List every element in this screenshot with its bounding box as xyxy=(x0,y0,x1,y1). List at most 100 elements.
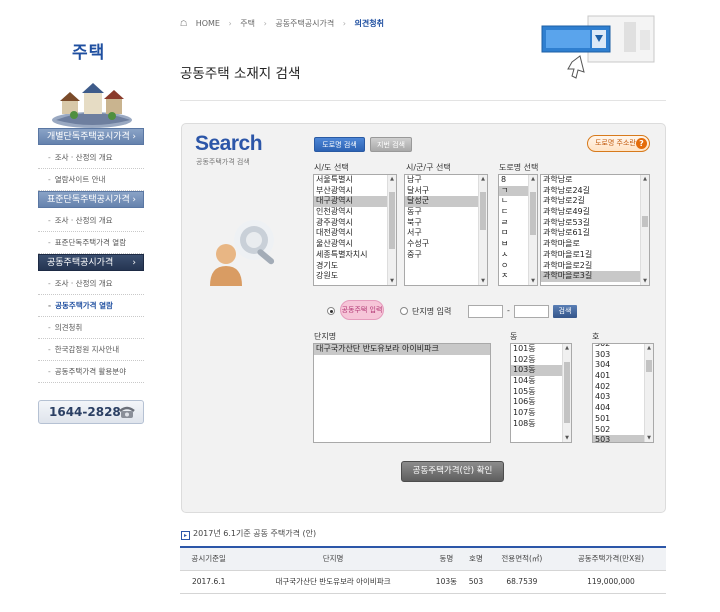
menu-header-3[interactable]: 표준단독주택공시가격 › xyxy=(38,191,144,208)
list-option[interactable]: 달서구 xyxy=(405,186,487,197)
dong-select[interactable]: 101동 102동 103동 104동 105동 106동 107동 108동 ▲ ▼ xyxy=(510,343,572,443)
menu-item-5[interactable]: - 표준단독주택가격 열람 xyxy=(38,232,144,254)
arrow-right-icon: ▸ xyxy=(181,531,190,540)
scroll-down-icon[interactable]: ▼ xyxy=(479,277,487,285)
number-to-input[interactable] xyxy=(514,305,549,318)
list-option[interactable]: 과학마을로1길 xyxy=(541,250,649,261)
scrollbar[interactable]: ▲ ▼ xyxy=(644,344,653,442)
table-row: 2017.6.1 대구국가산단 반도유보라 아이비파크 103동 503 68.7539… xyxy=(180,570,666,594)
sidebar: 주택 개별단독주택공시가격 › - 조사 · 산정의 개요 - 열람사이트 안내 표준단독주… xyxy=(38,20,144,440)
list-option[interactable]: 울산광역시 xyxy=(314,239,396,250)
menu-item-7[interactable]: - 조사 · 산정의 개요 xyxy=(38,273,144,295)
list-option[interactable]: 과학마을로3길 xyxy=(541,271,649,282)
list-option[interactable]: 강원도 xyxy=(314,271,396,282)
list-option[interactable]: 대구국가산단 반도유보라 아이비파크 xyxy=(314,344,490,355)
breadcrumb-home[interactable]: HOME xyxy=(196,19,220,28)
bullet-icon: - xyxy=(48,367,51,376)
list-option[interactable]: 세종특별자치시 xyxy=(314,250,396,261)
list-option[interactable]: 과학남로53길 xyxy=(541,218,649,229)
number-from-input[interactable] xyxy=(468,305,503,318)
radio-danji-input[interactable] xyxy=(400,307,408,315)
list-option[interactable]: 광주광역시 xyxy=(314,218,396,229)
list-option[interactable]: 북구 xyxy=(405,218,487,229)
scroll-thumb[interactable] xyxy=(564,361,570,424)
menu-item-11[interactable]: - 공동주택가격 활용분야 xyxy=(38,361,144,383)
radio-apartment-label[interactable]: 공동주택 입력 xyxy=(340,300,384,320)
scroll-thumb[interactable] xyxy=(389,192,395,249)
list-option[interactable]: 과학마을로2길 xyxy=(541,261,649,272)
scroll-down-icon[interactable]: ▼ xyxy=(645,434,653,442)
scroll-up-icon[interactable]: ▲ xyxy=(388,175,396,183)
scroll-thumb[interactable] xyxy=(480,192,486,230)
scrollbar[interactable]: ▲ ▼ xyxy=(478,175,487,285)
menu-item-4[interactable]: - 조사 · 산정의 개요 xyxy=(38,210,144,232)
list-option[interactable]: 경기도 xyxy=(314,261,396,272)
scrollbar[interactable]: ▲ ▼ xyxy=(562,344,571,442)
scroll-down-icon[interactable]: ▼ xyxy=(563,434,571,442)
tab-lot-search[interactable]: 지번 검색 xyxy=(370,137,412,152)
list-option[interactable]: 달성군 xyxy=(405,196,487,208)
list-option[interactable]: 과학남로2길 xyxy=(541,196,649,207)
menu-header-6[interactable]: 공동주택공시가격 › xyxy=(38,254,144,271)
scroll-thumb[interactable] xyxy=(530,192,536,235)
menu-item-label: 공동주택가격 열람 xyxy=(55,301,113,310)
road-name-select[interactable]: 과학남로 과학남로24길 과학남로2길 과학남로49길 과학남로53길 과학남로61길 과학… xyxy=(540,174,650,286)
menu-item-8[interactable]: - 공동주택가격 열람 xyxy=(38,295,144,317)
list-option[interactable]: 수성구 xyxy=(405,239,487,250)
home-icon[interactable]: ☖ xyxy=(180,19,187,28)
road-initial-select[interactable]: 8 ㄱㄴㄷㄹㅁㅂㅅㅇㅈ ▲ ▼ xyxy=(498,174,538,286)
menu-item-2[interactable]: - 열람사이트 안내 xyxy=(38,169,144,191)
list-option[interactable]: 중구 xyxy=(405,250,487,261)
scroll-up-icon[interactable]: ▲ xyxy=(641,175,649,183)
scrollbar[interactable]: ▲ ▼ xyxy=(640,175,649,285)
breadcrumb: ☖ HOME › 주택 › 공동주택공시가격 › 의견청취 xyxy=(180,18,390,29)
list-option[interactable]: 과학남로24길 xyxy=(541,186,649,197)
danji-select[interactable]: 대구국가산단 반도유보라 아이비파크 xyxy=(313,343,491,443)
sigungu-select[interactable]: 남구 달서구 달성군 동구 북구 서구 수성구 중구 ▲ ▼ xyxy=(404,174,488,286)
list-option[interactable]: 남구 xyxy=(405,175,487,186)
list-option[interactable]: 과학남로 xyxy=(541,175,649,186)
list-option[interactable]: 대전광역시 xyxy=(314,228,396,239)
breadcrumb-level2[interactable]: 공동주택공시가격 xyxy=(275,19,334,28)
scroll-thumb[interactable] xyxy=(642,215,648,228)
confirm-price-button[interactable]: 공동주택가격(안) 확인 xyxy=(401,461,504,482)
radio-apartment-input[interactable] xyxy=(327,307,335,315)
scroll-up-icon[interactable]: ▲ xyxy=(645,344,653,352)
menu-item-label: 한국감정원 지사안내 xyxy=(54,345,120,354)
list-option[interactable]: 대구광역시 xyxy=(314,196,396,208)
radio-danji-label[interactable]: 단지명 입력 xyxy=(412,306,451,317)
list-option[interactable]: 동구 xyxy=(405,207,487,218)
list-option[interactable]: 서구 xyxy=(405,228,487,239)
scroll-down-icon[interactable]: ▼ xyxy=(529,277,537,285)
list-option[interactable]: 과학남로61길 xyxy=(541,228,649,239)
breadcrumb-current: 의견청취 xyxy=(354,19,384,28)
scrollbar[interactable]: ▲ ▼ xyxy=(528,175,537,285)
menu-header-0[interactable]: 개별단독주택공시가격 › xyxy=(38,128,144,145)
list-option[interactable]: 부산광역시 xyxy=(314,186,396,197)
scroll-up-icon[interactable]: ▲ xyxy=(479,175,487,183)
menu-item-1[interactable]: - 조사 · 산정의 개요 xyxy=(38,147,144,169)
scroll-down-icon[interactable]: ▼ xyxy=(641,277,649,285)
result-title-text: 2017년 6.1기준 공동 주택가격 (안) xyxy=(193,529,317,538)
tab-road-search[interactable]: 도로명 검색 xyxy=(314,137,365,152)
table-cell: 2017.6.1 xyxy=(180,570,238,594)
menu-item-9[interactable]: - 의견청취 xyxy=(38,317,144,339)
menu-item-10[interactable]: - 한국감정원 지사안내 xyxy=(38,339,144,361)
list-option[interactable]: 과학마을로 xyxy=(541,239,649,250)
breadcrumb-level1[interactable]: 주택 xyxy=(240,19,255,28)
search-logo: Search xyxy=(195,132,263,155)
scroll-up-icon[interactable]: ▲ xyxy=(563,344,571,352)
menu-header-label: 공동주택공시가격 xyxy=(47,258,114,268)
sido-select[interactable]: 서울특별시 부산광역시 대구광역시 인천광역시 광주광역시 대전광역시 울산광역시 세종특별자… xyxy=(313,174,397,286)
number-search-button[interactable]: 검색 xyxy=(553,305,577,318)
list-option[interactable]: 과학남로49길 xyxy=(541,207,649,218)
scroll-thumb[interactable] xyxy=(646,360,652,373)
road-label: 도로명 선택 xyxy=(499,163,539,172)
list-option[interactable]: 인천광역시 xyxy=(314,207,396,218)
ho-select[interactable]: 302 303 304 401 402 403 404 501 502 503 ▲ ▼ xyxy=(592,343,654,443)
scroll-up-icon[interactable]: ▲ xyxy=(529,175,537,183)
scrollbar[interactable]: ▲ ▼ xyxy=(387,175,396,285)
road-address-help-button[interactable]: 도로명 주소란 ? xyxy=(587,135,650,152)
scroll-down-icon[interactable]: ▼ xyxy=(388,277,396,285)
list-option[interactable]: 서울특별시 xyxy=(314,175,396,186)
